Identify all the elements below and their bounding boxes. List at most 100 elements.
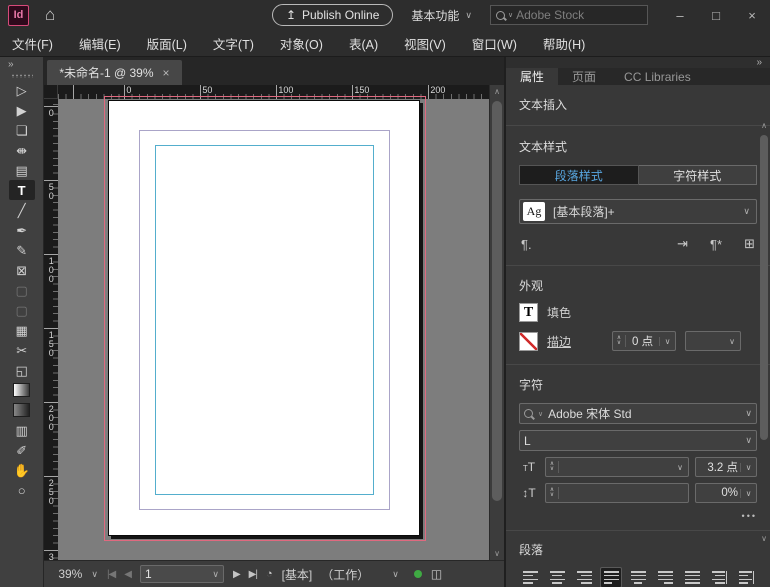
justify-last-right-button[interactable] xyxy=(654,567,676,587)
note-tool[interactable]: ▥ xyxy=(9,420,35,440)
scroll-down-icon[interactable]: ∨ xyxy=(759,534,769,543)
chevron-down-icon[interactable]: ∨ xyxy=(745,408,752,419)
appearance-header[interactable]: 外观 xyxy=(519,277,757,294)
rectangle-tool[interactable]: ▢ xyxy=(9,280,35,300)
chevron-down-icon[interactable]: ∨ xyxy=(212,569,219,580)
chevron-down-icon[interactable]: ∨ xyxy=(743,206,750,217)
horizontal-grid-tool[interactable]: ▦ xyxy=(9,320,35,340)
chevron-down-icon[interactable]: ∨ xyxy=(672,463,688,472)
tab-pages[interactable]: 页面 xyxy=(558,68,610,85)
character-styles-toggle[interactable]: 字符样式 xyxy=(639,165,758,185)
leading-field[interactable]: ∧∨ xyxy=(545,483,689,503)
page-tool[interactable]: ❏ xyxy=(9,120,35,140)
paragraph-styles-toggle[interactable]: 段落样式 xyxy=(519,165,639,185)
chevron-down-icon[interactable]: ∨ xyxy=(740,489,756,498)
stepper-icon[interactable]: ∧∨ xyxy=(613,335,626,347)
font-style-dropdown[interactable]: L ∨ xyxy=(519,430,757,451)
justify-last-left-button[interactable] xyxy=(600,567,622,587)
menu-item-窗口(W)[interactable]: 窗口(W) xyxy=(472,34,517,53)
create-style-icon[interactable]: ⊞ xyxy=(744,236,755,252)
maximize-button[interactable]: □ xyxy=(698,1,734,29)
previous-page-button[interactable]: ◀ xyxy=(124,569,131,580)
font-size-unit-field[interactable]: 3.2 点 ∨ xyxy=(695,457,757,477)
page-number-field[interactable]: ∨ xyxy=(140,565,224,583)
menu-item-表(A)[interactable]: 表(A) xyxy=(349,34,378,53)
paragraph-style-dropdown[interactable]: Ag [基本段落]+ ∨ xyxy=(519,199,757,224)
pasteboard[interactable] xyxy=(58,99,489,560)
stepper-icon[interactable]: ∧∨ xyxy=(546,487,559,499)
menu-item-帮助(H)[interactable]: 帮助(H) xyxy=(543,34,585,53)
scroll-up-icon[interactable]: ∧ xyxy=(490,87,504,96)
last-page-button[interactable]: ▶| xyxy=(249,569,257,580)
scissors-tool[interactable]: ✂ xyxy=(9,340,35,360)
paragraph-mark-icon[interactable]: ¶. xyxy=(521,237,532,252)
content-collector-tool[interactable]: ▤ xyxy=(9,160,35,180)
align-right-button[interactable] xyxy=(573,567,595,587)
stepper-icon[interactable]: ∧∨ xyxy=(546,461,559,473)
chevron-down-icon[interactable]: ∨ xyxy=(745,435,752,446)
align-center-button[interactable] xyxy=(546,567,568,587)
chevron-down-icon[interactable]: ∨ xyxy=(740,463,756,472)
stroke-label[interactable]: 描边 xyxy=(547,333,589,350)
panel-scrollbar[interactable]: ∧ ∨ xyxy=(759,129,769,533)
toolbar-grip[interactable] xyxy=(11,74,33,78)
align-away-spine-button[interactable] xyxy=(735,567,757,587)
menu-item-文字(T)[interactable]: 文字(T) xyxy=(213,34,254,53)
first-page-button[interactable]: |◀ xyxy=(107,569,115,580)
align-left-button[interactable] xyxy=(519,567,541,587)
menu-item-版面(L)[interactable]: 版面(L) xyxy=(147,34,187,53)
home-icon[interactable]: ⌂ xyxy=(45,5,55,25)
scroll-down-icon[interactable]: ∨ xyxy=(490,549,504,558)
selection-tool[interactable]: ▷ xyxy=(9,80,35,100)
zoom-tool[interactable]: ○ xyxy=(9,480,35,500)
panel-collapse-icon[interactable]: » xyxy=(756,57,762,68)
align-toward-spine-button[interactable] xyxy=(708,567,730,587)
search-input[interactable] xyxy=(516,8,616,22)
line-tool[interactable]: ╱ xyxy=(9,200,35,220)
adobe-stock-search[interactable]: ∨ xyxy=(490,5,648,25)
shape-tool[interactable]: ▢ xyxy=(9,300,35,320)
text-style-header[interactable]: 文本样式 xyxy=(519,138,757,155)
pencil-tool[interactable]: ✎ xyxy=(9,240,35,260)
tab-cc-libraries[interactable]: CC Libraries xyxy=(610,68,705,85)
justify-all-button[interactable] xyxy=(681,567,703,587)
zoom-chevron-icon[interactable]: ∨ xyxy=(91,569,98,580)
next-page-button[interactable]: ▶ xyxy=(233,569,240,580)
close-button[interactable]: × xyxy=(734,1,770,29)
page-number-input[interactable] xyxy=(145,567,212,581)
stroke-type-dropdown[interactable]: ∨ xyxy=(685,331,741,351)
text-insert-header[interactable]: 文本插入 xyxy=(519,85,757,125)
menu-item-对象(O)[interactable]: 对象(O) xyxy=(280,34,323,53)
publish-online-button[interactable]: ↥ Publish Online xyxy=(272,4,393,26)
justify-last-center-button[interactable] xyxy=(627,567,649,587)
more-options-button[interactable]: ••• xyxy=(519,511,757,521)
fill-swatch[interactable]: T xyxy=(519,303,538,322)
scrollbar-thumb[interactable] xyxy=(492,101,502,501)
paragraph-header[interactable]: 段落 xyxy=(519,541,757,558)
vertical-ruler[interactable]: 0501001502002503 xyxy=(44,99,58,560)
gradient-feather-tool[interactable] xyxy=(9,400,35,420)
font-family-dropdown[interactable]: ∨ Adobe 宋体 Std ∨ xyxy=(519,403,757,424)
chevron-down-icon[interactable]: ∨ xyxy=(659,337,675,346)
text-frame[interactable] xyxy=(155,145,374,495)
tools-collapse-icon[interactable]: » xyxy=(0,57,43,70)
stroke-swatch[interactable] xyxy=(519,332,538,351)
gap-tool[interactable]: ⇼ xyxy=(9,140,35,160)
menu-item-视图(V)[interactable]: 视图(V) xyxy=(404,34,446,53)
eyedropper-tool[interactable]: ✐ xyxy=(9,440,35,460)
tab-properties[interactable]: 属性 xyxy=(506,68,558,85)
preflight-icon[interactable]: ◔ xyxy=(266,568,273,580)
minimize-button[interactable]: – xyxy=(662,1,698,29)
stroke-weight-field[interactable]: ∧∨ 0 点 ∨ xyxy=(612,331,676,351)
zoom-level[interactable]: 39% xyxy=(58,567,82,581)
document-page[interactable] xyxy=(108,100,420,536)
hand-tool[interactable]: ✋ xyxy=(9,460,35,480)
character-header[interactable]: 字符 xyxy=(519,376,757,393)
preflight-profile[interactable]: [基本] xyxy=(282,566,313,583)
direct-selection-tool[interactable]: ▶ xyxy=(9,100,35,120)
gradient-swatch-tool[interactable] xyxy=(9,380,35,400)
document-tab[interactable]: *未命名-1 @ 39% × xyxy=(47,60,181,85)
preflight-chevron-icon[interactable]: ∨ xyxy=(392,569,399,580)
document-scrollbar[interactable]: ∧ ∨ xyxy=(489,85,504,560)
leading-unit-field[interactable]: 0% ∨ xyxy=(695,483,757,503)
